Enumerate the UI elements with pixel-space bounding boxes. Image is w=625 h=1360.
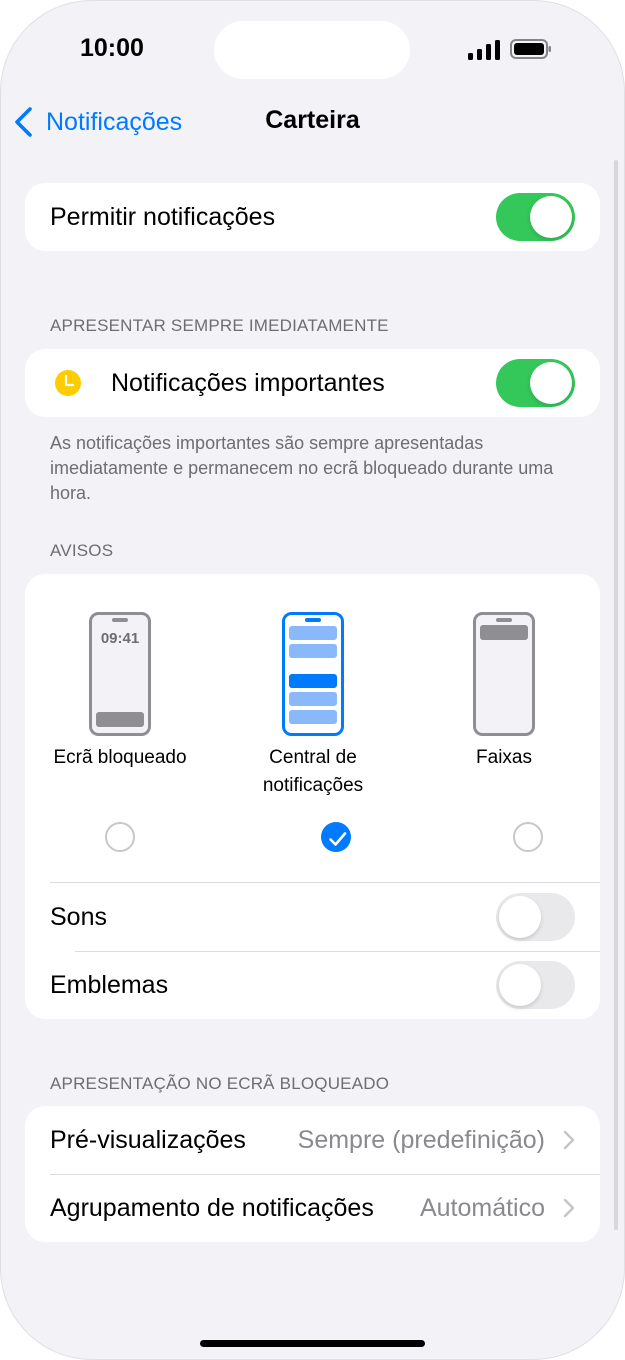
- toggle-knob: [530, 362, 572, 404]
- toggle-knob: [499, 964, 541, 1006]
- alert-style-label: Ecrã bloqueado: [53, 747, 187, 768]
- page-title: Carteira: [265, 106, 360, 134]
- lock-screen-card: Pré-visualizações Sempre (predefinição) …: [25, 1106, 600, 1242]
- notification-centre-radio[interactable]: [321, 822, 351, 852]
- badges-label: Emblemas: [50, 970, 169, 999]
- grouping-value: Automático: [419, 1193, 545, 1222]
- allow-notifications-card: Permitir notificações: [25, 183, 600, 251]
- alert-style-label: Faixas: [476, 747, 532, 768]
- dynamic-island: [214, 21, 410, 79]
- cellular-signal-icon: [468, 40, 500, 60]
- status-time: 10:00: [80, 34, 144, 62]
- toggle-knob: [530, 196, 572, 238]
- important-notifications-label: Notificações importantes: [111, 368, 385, 397]
- previews-label: Pré-visualizações: [50, 1125, 246, 1154]
- lock-screen-time: 09:41: [100, 630, 140, 647]
- previews-row[interactable]: Pré-visualizações Sempre (predefinição): [25, 1106, 600, 1174]
- chevron-right-icon: [563, 1198, 575, 1218]
- chevron-right-icon: [563, 1130, 575, 1150]
- alert-style-label: Central de notificações: [262, 747, 364, 796]
- banners-radio[interactable]: [513, 822, 543, 852]
- important-notifications-footnote: As notificações importantes são sempre a…: [50, 433, 554, 503]
- lock-screen-section-header: APRESENTAÇÃO NO ECRÃ BLOQUEADO: [50, 1074, 390, 1093]
- lock-screen-radio[interactable]: [105, 822, 135, 852]
- home-indicator[interactable]: [200, 1340, 425, 1347]
- clock-icon: [55, 370, 81, 396]
- important-notifications-row: Notificações importantes: [25, 349, 600, 417]
- badges-row: Emblemas: [50, 951, 600, 1019]
- checkmark-icon: [329, 832, 347, 846]
- allow-notifications-toggle[interactable]: [496, 193, 575, 241]
- sounds-row: Sons: [50, 882, 600, 951]
- important-notifications-card: Notificações importantes: [25, 349, 600, 417]
- immediate-section-header: APRESENTAR SEMPRE IMEDIATAMENTE: [50, 316, 389, 335]
- toggle-knob: [499, 896, 541, 938]
- badges-toggle[interactable]: [496, 961, 575, 1009]
- notification-centre-preview-icon: [282, 612, 344, 736]
- banners-preview-icon: [473, 612, 535, 736]
- phone-screen: 10:00 Notificações Carteira Permitir not…: [0, 0, 625, 1360]
- alert-style-picker: 09:41 Ecrã bloqueado Central de notifica…: [25, 574, 600, 882]
- battery-icon: [510, 39, 551, 59]
- alerts-card: 09:41 Ecrã bloqueado Central de notifica…: [25, 574, 600, 1019]
- alerts-section-header: AVISOS: [50, 541, 114, 560]
- sounds-toggle[interactable]: [496, 893, 575, 941]
- important-notifications-toggle[interactable]: [496, 359, 575, 407]
- scrollbar[interactable]: [614, 160, 618, 1230]
- allow-notifications-label: Permitir notificações: [50, 202, 276, 231]
- previews-value: Sempre (predefinição): [297, 1125, 545, 1154]
- grouping-row[interactable]: Agrupamento de notificações Automático: [25, 1174, 600, 1242]
- allow-notifications-row: Permitir notificações: [25, 183, 600, 251]
- sounds-label: Sons: [50, 902, 107, 931]
- grouping-label: Agrupamento de notificações: [50, 1193, 374, 1222]
